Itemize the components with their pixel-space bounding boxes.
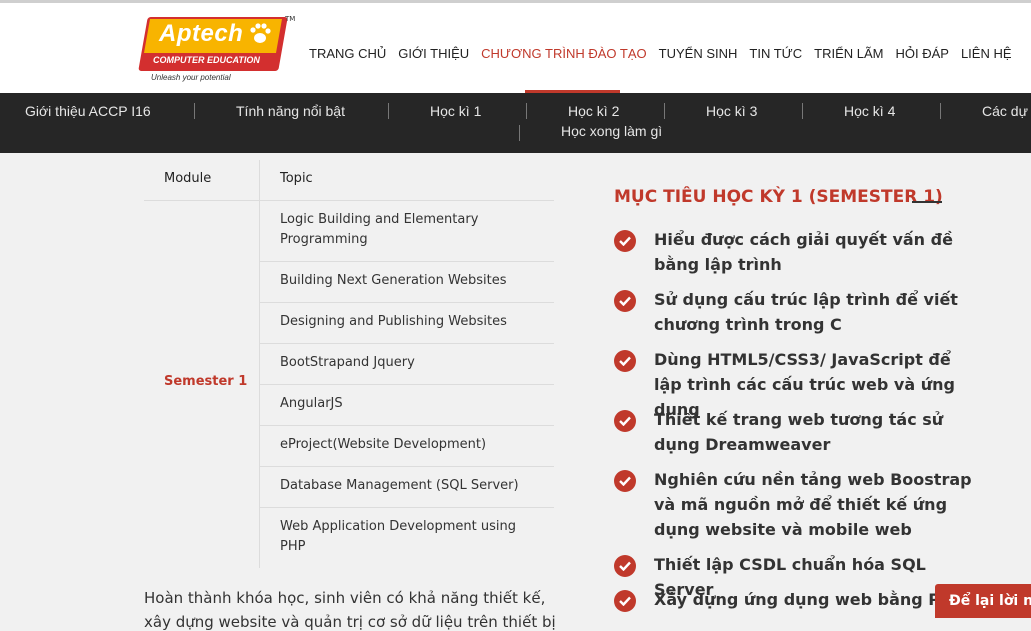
- summary-paragraph-line-1: Hoàn thành khóa học, sinh viên có khả nă…: [144, 589, 546, 607]
- subnav-active-indicator: [525, 90, 620, 93]
- table-row: AngularJS: [280, 396, 343, 411]
- nav-admissions[interactable]: TUYỂN SINH: [659, 46, 738, 61]
- site-header: Aptech COMPUTER EDUCATION Unleash your p…: [0, 3, 1031, 93]
- subnav-after-graduation[interactable]: Học xong làm gì: [561, 123, 662, 139]
- table-row: Web Application Development using PHP: [280, 519, 517, 554]
- program-subnav: Giới thiệu ACCP I16 Tính năng nổi bật Họ…: [0, 90, 1031, 153]
- check-circle-icon: [614, 555, 636, 577]
- row-divider: [260, 466, 554, 467]
- table-header-divider: [144, 200, 554, 201]
- logo-wordmark: Aptech: [159, 20, 244, 47]
- check-circle-icon: [614, 470, 636, 492]
- nav-home[interactable]: TRANG CHỦ: [309, 46, 386, 61]
- subnav-projects[interactable]: Các dự á: [982, 103, 1031, 119]
- subnav-divider: [194, 103, 195, 119]
- subnav-divider: [940, 103, 941, 119]
- nav-about[interactable]: GIỚI THIỆU: [398, 46, 469, 61]
- check-circle-icon: [614, 230, 636, 252]
- check-circle-icon: [614, 350, 636, 372]
- row-divider: [260, 507, 554, 508]
- subnav-divider: [802, 103, 803, 119]
- subnav-divider: [664, 103, 665, 119]
- table-row: Designing and Publishing Websites: [280, 314, 507, 329]
- logo-slogan: Unleash your potential: [151, 73, 231, 82]
- row-divider: [260, 343, 554, 344]
- summary-paragraph-line-2: xây dựng website và quản trị cơ sở dữ li…: [144, 613, 556, 631]
- nav-news[interactable]: TIN TỨC: [749, 46, 802, 61]
- main-content: Module Topic Semester 1 Logic Building a…: [0, 153, 1031, 631]
- subnav-semester-2[interactable]: Học kì 2: [568, 103, 619, 119]
- subnav-divider: [519, 125, 520, 141]
- subnav-semester-3[interactable]: Học kì 3: [706, 103, 757, 119]
- table-row: BootStrapand Jquery: [280, 355, 415, 370]
- nav-programs[interactable]: CHƯƠNG TRÌNH ĐÀO TẠO: [481, 46, 647, 61]
- goal-text: Xây dựng ứng dụng web bằng PHP: [654, 590, 966, 609]
- goal-text: Hiểu được cách giải quyết vấn đề bằng lậ…: [654, 230, 953, 274]
- subnav-semester-4[interactable]: Học kì 4: [844, 103, 895, 119]
- row-divider: [260, 261, 554, 262]
- check-circle-icon: [614, 290, 636, 312]
- leave-message-button[interactable]: Để lại lời nh: [935, 584, 1031, 618]
- check-circle-icon: [614, 590, 636, 612]
- goal-text: Thiết kế trang web tương tác sử dụng Dre…: [654, 410, 944, 454]
- subnav-intro[interactable]: Giới thiệu ACCP I16: [25, 103, 151, 119]
- subnav-divider: [388, 103, 389, 119]
- goal-text: Sử dụng cấu trúc lập trình để viết chươn…: [654, 290, 958, 334]
- goals-title-underline: [912, 201, 942, 203]
- check-circle-icon: [614, 410, 636, 432]
- nav-faq[interactable]: HỎI ĐÁP: [895, 46, 948, 61]
- aptech-logo[interactable]: Aptech COMPUTER EDUCATION Unleash your p…: [138, 13, 296, 82]
- logo-tagline: COMPUTER EDUCATION: [153, 55, 260, 65]
- nav-exhibition[interactable]: TRIỂN LÃM: [814, 46, 883, 61]
- subnav-semester-1[interactable]: Học kì 1: [430, 103, 481, 119]
- semester-label: Semester 1: [164, 374, 248, 389]
- leave-message-label: Để lại lời nh: [949, 593, 1031, 609]
- subnav-divider: [526, 103, 527, 119]
- trademark-mark: TM: [285, 15, 296, 23]
- table-header-module: Module: [164, 171, 212, 186]
- table-header-topic: Topic: [280, 171, 313, 186]
- table-row: Building Next Generation Websites: [280, 273, 507, 288]
- paw-icon: [250, 23, 271, 43]
- table-row: eProject(Website Development): [280, 437, 487, 452]
- main-nav: TRANG CHỦ GIỚI THIỆU CHƯƠNG TRÌNH ĐÀO TẠ…: [309, 46, 1024, 61]
- goal-text: Nghiên cứu nền tảng web Boostrap và mã n…: [654, 470, 972, 539]
- row-divider: [260, 425, 554, 426]
- row-divider: [260, 384, 554, 385]
- goals-title: MỤC TIÊU HỌC KỲ 1 (SEMESTER 1): [614, 187, 943, 207]
- subnav-features[interactable]: Tính năng nổi bật: [236, 103, 345, 119]
- row-divider: [260, 302, 554, 303]
- table-row: Logic Building and Elementary Programmin…: [280, 212, 479, 247]
- nav-contact[interactable]: LIÊN HỆ: [961, 46, 1012, 61]
- table-row: Database Management (SQL Server): [280, 478, 519, 493]
